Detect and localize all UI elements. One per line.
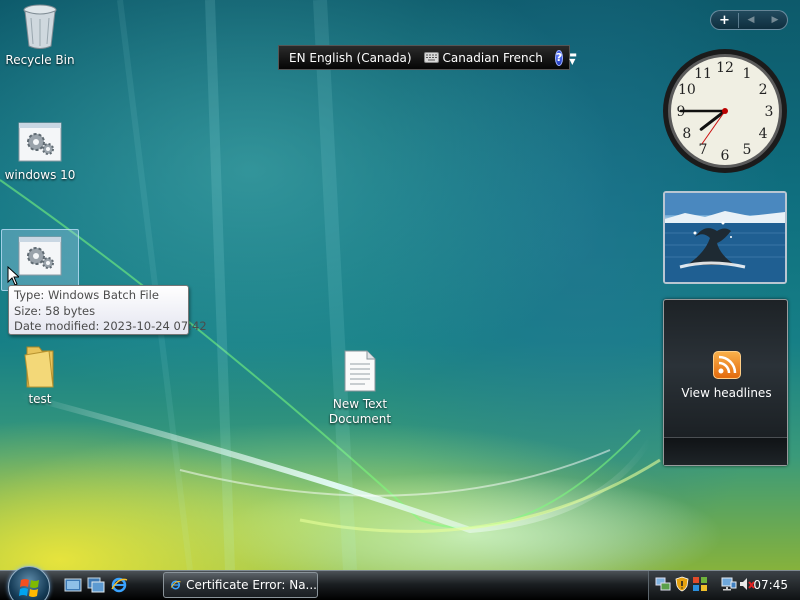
previous-page-button[interactable]: ◀: [739, 15, 763, 25]
keyboard-layout-label: Canadian French: [442, 50, 543, 65]
security-warning-icon[interactable]: [674, 576, 690, 592]
tooltip-type: Type: Windows Batch File: [14, 288, 159, 302]
clock-numeral: 11: [694, 66, 712, 82]
clock-numeral: 5: [743, 142, 752, 158]
switch-windows-icon[interactable]: [87, 576, 105, 594]
windows-update-icon[interactable]: [692, 576, 708, 592]
file-info-tooltip: Type: Windows Batch File Size: 58 bytes …: [8, 285, 207, 335]
clock-numeral: 2: [759, 82, 768, 98]
feed-headlines-gadget[interactable]: View headlines: [663, 299, 788, 466]
feed-footer-strip: [664, 437, 787, 465]
desktop-icon-windows-10[interactable]: windows 10: [0, 118, 80, 183]
clock-numeral: 1: [743, 66, 752, 82]
add-gadget-button[interactable]: +: [711, 12, 739, 28]
tooltip-size: Size: 58 bytes: [14, 303, 96, 318]
chevron-down-icon: ▼: [569, 56, 576, 66]
text-document-icon: [336, 347, 384, 395]
clock-numeral: 6: [721, 148, 730, 164]
language-bar-options-button[interactable]: ▬ ▼: [569, 50, 577, 66]
internet-explorer-icon[interactable]: [110, 576, 128, 594]
desktop-icon-label: test: [28, 392, 52, 406]
keyboard-icon: [423, 52, 439, 63]
clock-numeral: 7: [699, 142, 708, 158]
desktop-icon-label: New Text Document: [328, 397, 392, 426]
internet-explorer-icon: [170, 580, 181, 590]
clock-numeral: 8: [682, 126, 691, 142]
taskbar-button-label: Certificate Error: Na...: [186, 578, 317, 592]
help-icon[interactable]: ?: [554, 49, 564, 66]
slideshow-gadget[interactable]: [663, 191, 787, 284]
folder-icon: [16, 342, 64, 390]
start-button[interactable]: [8, 566, 50, 600]
sidebar-gadget-controls[interactable]: + ◀ ▶: [710, 10, 788, 30]
view-headlines-link[interactable]: View headlines: [664, 386, 789, 400]
network-icon[interactable]: [721, 576, 737, 592]
windows-logo-icon: [19, 579, 39, 597]
desktop-icon-test-folder[interactable]: test: [0, 342, 80, 407]
batch-file-gear-icon: [16, 118, 64, 166]
system-clock[interactable]: 07:45: [753, 578, 788, 592]
desktop-icon-label: windows 10: [4, 168, 76, 182]
desktop-icon-label: Recycle Bin: [5, 53, 75, 67]
next-page-button[interactable]: ▶: [763, 15, 787, 25]
clock-numeral: 3: [765, 104, 774, 120]
clock-gadget[interactable]: 121234567891011: [662, 48, 788, 174]
keyboard-layout-selector[interactable]: Canadian French: [418, 51, 549, 65]
tooltip-date-modified: Date modified: 2023-10-24 07:42: [14, 319, 207, 333]
whale-tail-photo: [665, 193, 785, 282]
desktop-icon-recycle-bin[interactable]: Recycle Bin: [0, 3, 80, 68]
input-language-selector[interactable]: EN English (Canada): [283, 51, 418, 65]
recycle-bin-icon: [16, 3, 64, 51]
batch-file-gear-icon: [16, 232, 64, 280]
language-bar[interactable]: EN English (Canada) Canadian French ? ▬ …: [278, 45, 577, 70]
show-desktop-icon[interactable]: [64, 576, 82, 594]
mouse-cursor-icon: [7, 266, 19, 286]
rss-icon: [713, 351, 741, 379]
network-sync-icon[interactable]: [655, 576, 671, 592]
taskbar-button-certificate-error[interactable]: Certificate Error: Na...: [163, 572, 318, 598]
clock-numeral: 12: [716, 60, 734, 76]
clock-numeral: 10: [678, 82, 696, 98]
desktop-background[interactable]: Recycle Bin windows 10 Type: Windows Bat…: [0, 0, 800, 570]
notification-area: 07:45: [648, 571, 800, 600]
input-language-label: EN English (Canada): [289, 50, 412, 65]
desktop-icon-new-text-document[interactable]: New Text Document: [320, 347, 400, 427]
clock-numeral: 4: [759, 126, 768, 142]
